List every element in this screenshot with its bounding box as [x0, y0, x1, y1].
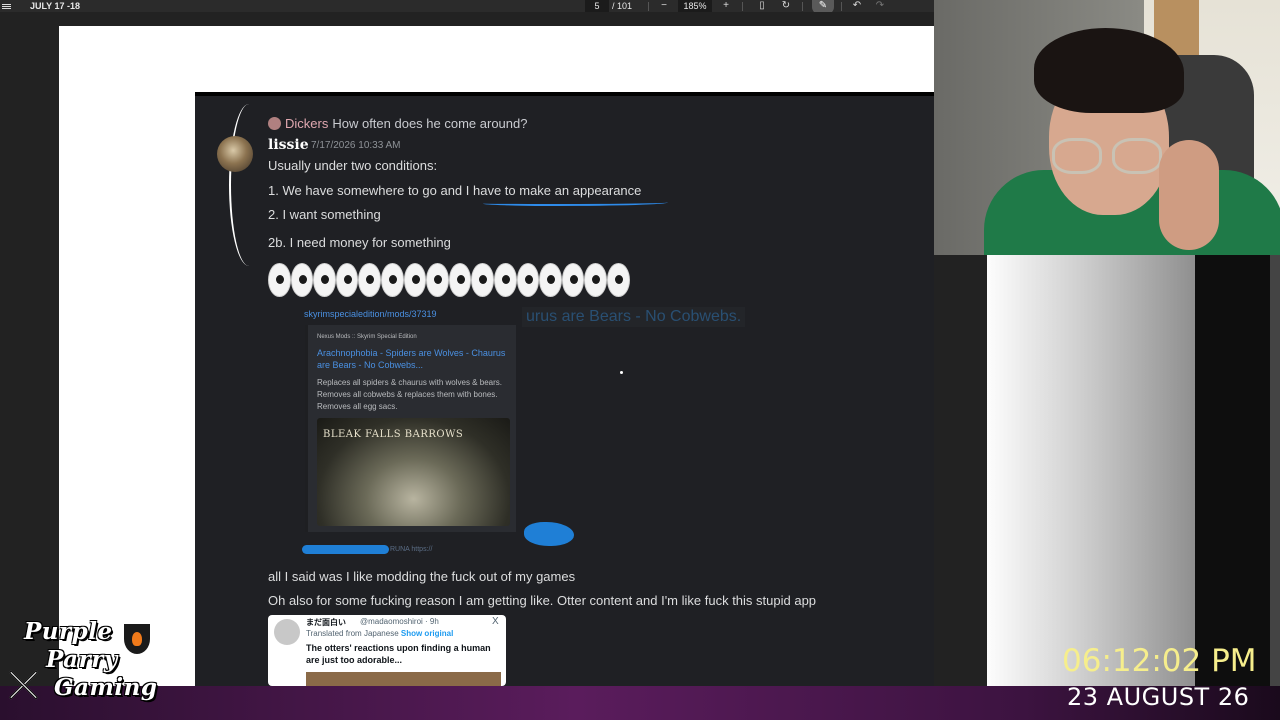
message-line: 2. I want something [268, 207, 381, 222]
page-total: / 101 [612, 1, 633, 11]
tweet-handle: @madaomoshiroi · 9h [360, 617, 439, 626]
toolbar-divider [648, 2, 649, 11]
eyes-emoji [268, 263, 291, 297]
clock-time: 06:12:02 PM [1062, 643, 1257, 679]
message-line: Oh also for some fucking reason I am get… [268, 593, 817, 608]
streamer-hair [1034, 28, 1184, 113]
eyes-emoji [539, 263, 562, 297]
embed-provider: Nexus Mods :: Skyrim Special Edition [317, 334, 417, 340]
tweet-image[interactable] [306, 672, 501, 686]
pdf-toolbar: JULY 17 -18 5 / 101 − 185% + ▯ ↻ ✎ ↶ ↷ [0, 0, 934, 14]
translated-label: Translated from Japanese [306, 629, 399, 638]
toolbar-divider [802, 2, 803, 11]
logo-word: Gaming [54, 674, 158, 701]
message-author[interactable]: lissie [268, 137, 309, 153]
eyes-emoji [471, 263, 494, 297]
rotate-icon[interactable]: ↻ [779, 0, 793, 12]
eyes-emoji [358, 263, 381, 297]
undo-icon[interactable]: ↶ [850, 0, 864, 12]
toolbar-divider [742, 2, 743, 11]
fit-page-icon[interactable]: ▯ [755, 0, 769, 12]
eyes-emoji-row [268, 263, 630, 297]
zoom-level-input[interactable]: 185% [678, 0, 712, 12]
side-strip [1270, 255, 1280, 720]
eyes-emoji [584, 263, 607, 297]
stream-frame: JULY 17 -18 5 / 101 − 185% + ▯ ↻ ✎ ↶ ↷ D… [0, 0, 1280, 720]
eyes-emoji [380, 263, 404, 297]
eyes-emoji [493, 263, 517, 297]
tweet-text: The otters' reactions upon finding a hum… [306, 643, 491, 665]
tweet-author: まだ面白い [306, 618, 346, 627]
eyes-emoji [403, 263, 427, 297]
eyes-emoji [606, 263, 630, 297]
zoom-in-button[interactable]: + [719, 0, 733, 12]
streamer-hand [1159, 140, 1219, 250]
message-line: Usually under two conditions: [268, 158, 438, 173]
clock-date: 23 AUGUST 26 [1067, 683, 1250, 711]
eyes-emoji [290, 263, 314, 297]
reply-avatar [268, 117, 281, 130]
reply-preview[interactable]: Dickers How often does he come around? [268, 116, 527, 131]
tweet-translation-note: Translated from Japanese Show original [306, 629, 453, 638]
reply-text: How often does he come around? [332, 116, 528, 131]
thumbnail-caption: BLEAK FALLS BARROWS [323, 429, 464, 440]
document-title: JULY 17 -18 [30, 1, 81, 11]
message-line: 2b. I need money for something [268, 235, 451, 250]
close-icon[interactable]: X [492, 616, 499, 627]
eyes-emoji [426, 263, 449, 297]
message-line: all I said was I like modding the fuck o… [268, 569, 576, 584]
shield-icon [122, 622, 152, 656]
redo-icon[interactable]: ↷ [873, 0, 887, 12]
channel-logo: Purple Parry Gaming [6, 618, 166, 710]
eyes-emoji [335, 263, 359, 297]
crossed-swords-icon [8, 668, 40, 700]
tweet-embed[interactable]: まだ面白い @madaomoshiroi · 9h X Translated f… [268, 615, 506, 686]
eyes-emoji [313, 263, 336, 297]
redaction-scribble [302, 545, 389, 554]
eyes-emoji [516, 263, 540, 297]
partial-link[interactable]: RUNA https:// [390, 546, 432, 553]
eyes-emoji [561, 263, 585, 297]
webcam-feed [934, 0, 1280, 255]
avatar[interactable] [217, 136, 253, 172]
logo-word: Parry [46, 646, 118, 673]
mouse-cursor [620, 371, 623, 374]
message-timestamp: 7/17/2026 10:33 AM [311, 140, 401, 151]
link-embed: Nexus Mods :: Skyrim Special Edition Ara… [305, 325, 516, 532]
zoom-out-button[interactable]: − [657, 0, 671, 12]
logo-word: Purple [24, 618, 113, 645]
toolbar-divider [841, 2, 842, 11]
menu-icon[interactable] [2, 0, 14, 12]
embed-link[interactable]: skyrimspecialedition/mods/37319 [304, 309, 437, 319]
side-panel [987, 255, 1195, 686]
reply-author[interactable]: Dickers [285, 116, 328, 131]
show-original-link[interactable]: Show original [401, 629, 453, 638]
page-number-input[interactable]: 5 [585, 0, 609, 12]
glasses [1052, 138, 1164, 178]
eyes-emoji [448, 263, 472, 297]
message-line: 1. We have somewhere to go and I have to… [268, 183, 642, 198]
tweet-avatar [274, 619, 300, 645]
pen-annotation-arc [229, 104, 269, 266]
redaction-blob [524, 522, 574, 546]
embed-title[interactable]: Arachnophobia - Spiders are Wolves - Cha… [317, 347, 507, 371]
embed-thumbnail[interactable]: BLEAK FALLS BARROWS [317, 418, 510, 526]
embed-description: Replaces all spiders & chaurus with wolv… [317, 378, 502, 411]
faded-embed-title: urus are Bears - No Cobwebs. [522, 307, 746, 327]
